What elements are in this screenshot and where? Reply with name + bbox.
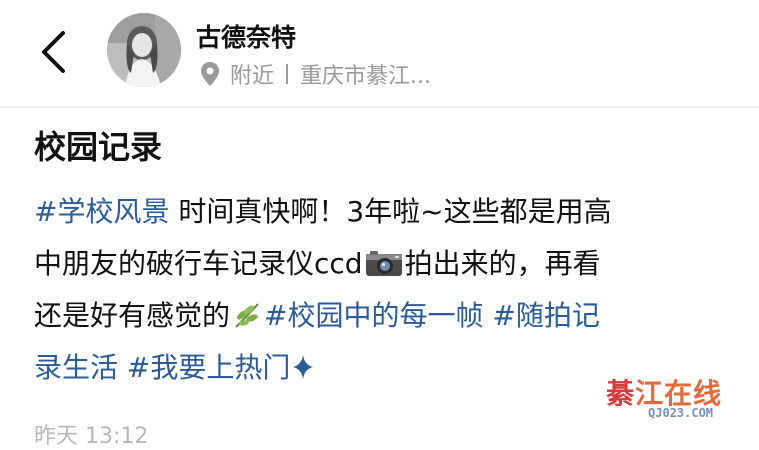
- camera-emoji-icon: [365, 251, 402, 276]
- post-line-1: #学校风景 时间真快啊！3年啦~这些都是用高: [34, 186, 734, 238]
- back-button[interactable]: [30, 24, 78, 80]
- post-header: 古德奈特 附近 重庆市綦江...: [0, 0, 759, 106]
- post-title: 校园记录: [34, 128, 163, 166]
- location-value: 重庆市綦江...: [300, 64, 431, 89]
- header-divider: [0, 106, 759, 108]
- watermark-char: 綦: [606, 377, 636, 410]
- location-separator: [286, 64, 289, 84]
- herb-emoji-icon: [235, 303, 259, 328]
- sparkle-emoji-icon: [293, 355, 314, 379]
- hashtag-link[interactable]: #学校风景: [34, 195, 169, 228]
- location-label: 附近: [230, 64, 275, 89]
- avatar[interactable]: [107, 13, 181, 87]
- watermark-logo: 綦江在线 QJ023.COM: [606, 372, 756, 426]
- post-timestamp: 昨天 13:12: [34, 424, 149, 449]
- user-name[interactable]: 古德奈特: [196, 18, 296, 54]
- post-body: #学校风景 时间真快啊！3年啦~这些都是用高 中朋友的破行车记录仪ccd 拍出来…: [34, 186, 734, 394]
- location-row: 附近 重庆市綦江...: [200, 58, 431, 90]
- post-text: 中朋友的破行车记录仪ccd: [34, 247, 363, 280]
- hashtag-link[interactable]: #校园中的每一帧: [264, 299, 483, 332]
- avatar-image: [107, 13, 181, 87]
- watermark-url: QJ023.COM: [648, 406, 714, 420]
- chevron-left-icon: [42, 31, 65, 73]
- post-line-2: 中朋友的破行车记录仪ccd 拍出来的，再看: [34, 238, 734, 290]
- hashtag-link[interactable]: #随拍记: [492, 299, 599, 332]
- post-text: 拍出来的，再看: [404, 247, 601, 280]
- location-pin-icon: [201, 62, 219, 86]
- post-text: 还是好有感觉的: [34, 299, 231, 332]
- post-line-3: 还是好有感觉的 #校园中的每一帧 #随拍记: [34, 290, 734, 342]
- post-text: 时间真快啊！3年啦~这些都是用高: [169, 195, 612, 228]
- hashtag-link[interactable]: 录生活 #我要上热门: [34, 351, 290, 384]
